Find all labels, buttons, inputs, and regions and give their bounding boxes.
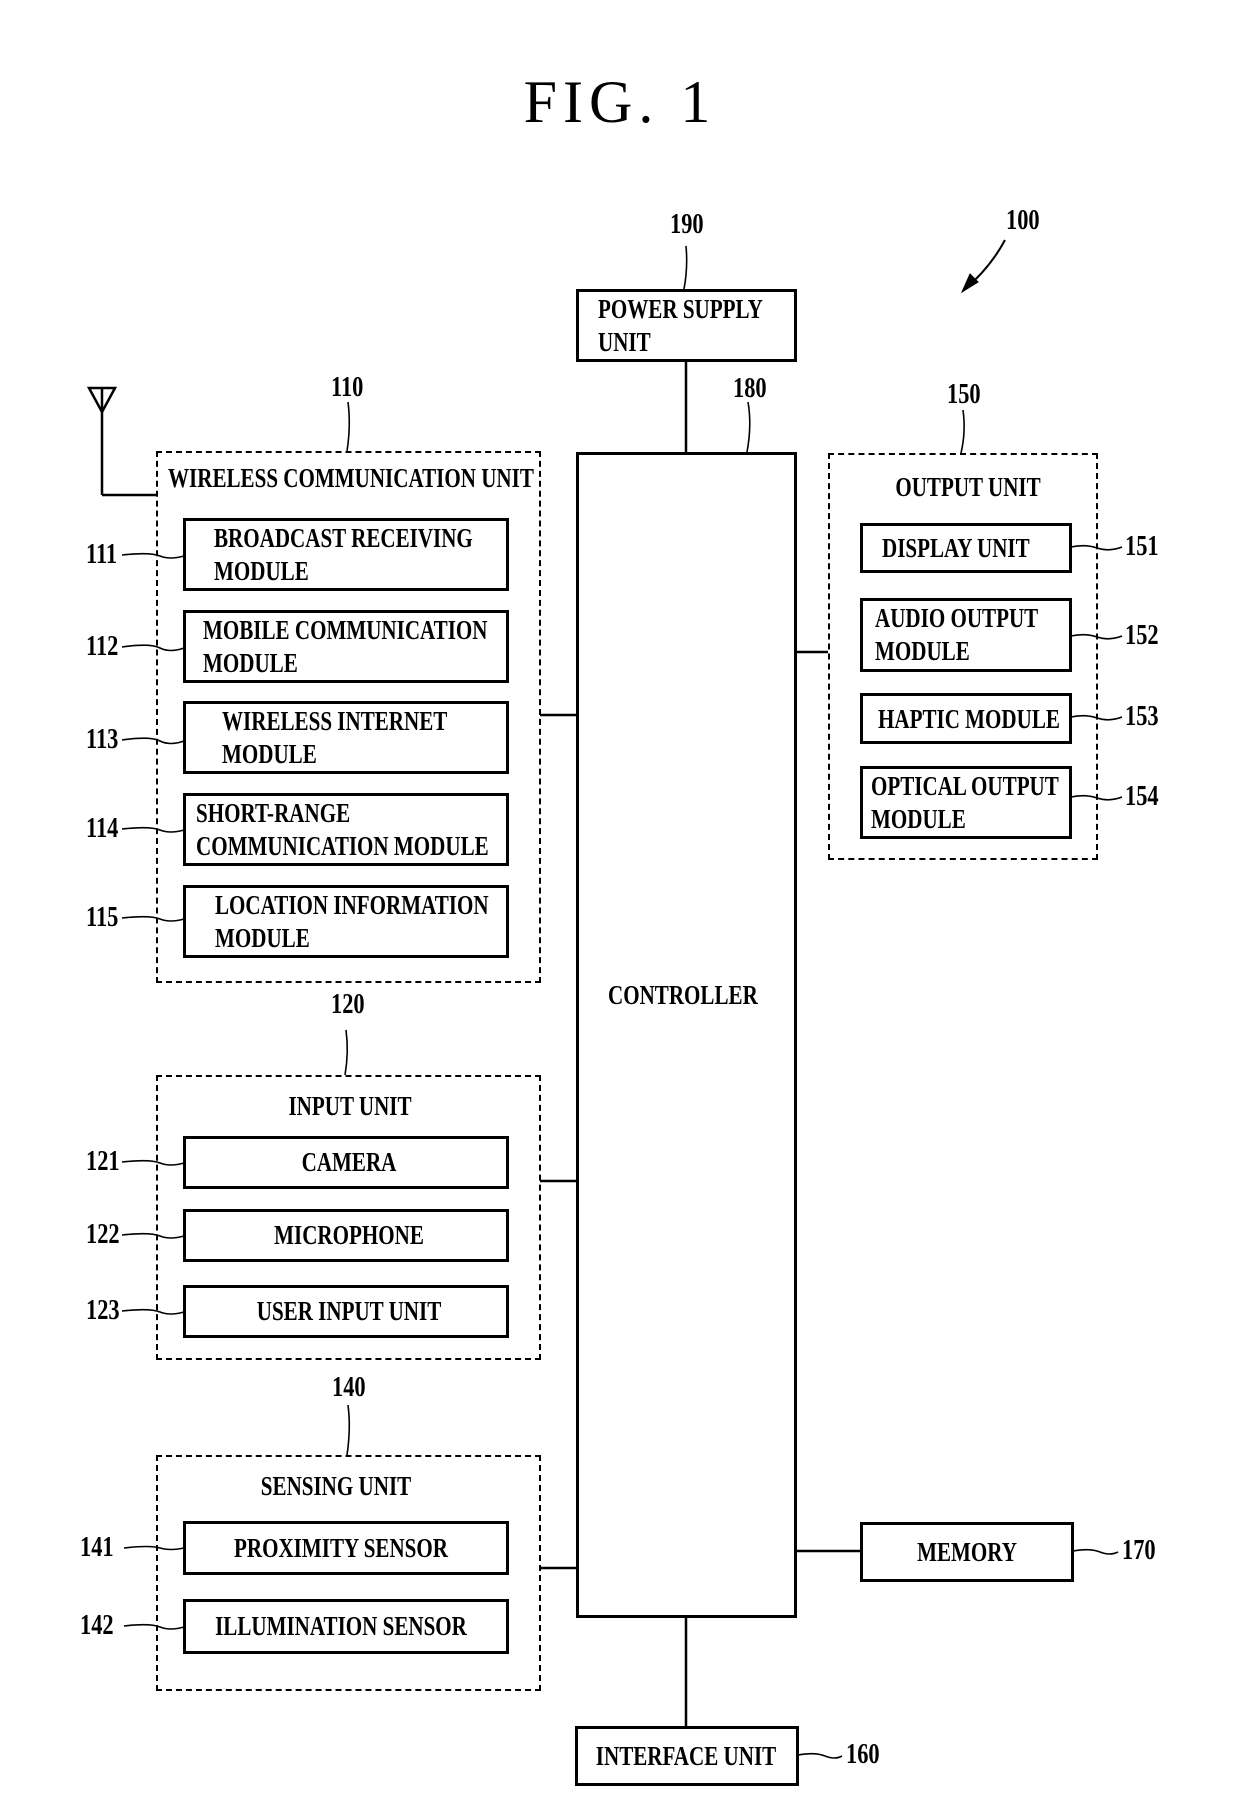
module-label-line2: MODULE: [222, 739, 317, 769]
ref-120: 120: [331, 989, 365, 1020]
microphone-box[interactable]: MICROPHONE: [183, 1209, 509, 1262]
module-label-line2: MODULE: [214, 556, 309, 586]
module-label-line1: BROADCAST RECEIVING: [214, 523, 473, 553]
illumination-sensor-box[interactable]: ILLUMINATION SENSOR: [183, 1599, 509, 1654]
module-label-line1: LOCATION INFORMATION: [215, 890, 489, 920]
mobile-communication-module[interactable]: MOBILE COMMUNICATION MODULE: [183, 610, 509, 683]
ref-122: 122: [86, 1219, 120, 1250]
ref-141: 141: [80, 1532, 114, 1563]
ref-111: 111: [86, 539, 118, 570]
module-label-line1: OPTICAL OUTPUT: [871, 771, 1059, 801]
ref-110: 110: [331, 372, 364, 403]
output-unit-label: OUTPUT UNIT: [895, 472, 1041, 502]
module-label-line2: MODULE: [875, 636, 970, 666]
ref-160: 160: [846, 1739, 880, 1770]
module-label-line2: MODULE: [215, 923, 310, 953]
ref-153: 153: [1125, 701, 1159, 732]
ref-154: 154: [1125, 781, 1159, 812]
interface-unit-box[interactable]: INTERFACE UNIT: [575, 1726, 799, 1786]
user-input-unit-box[interactable]: USER INPUT UNIT: [183, 1285, 509, 1338]
short-range-communication-module[interactable]: SHORT-RANGE COMMUNICATION MODULE: [183, 793, 509, 866]
ref-190: 190: [670, 209, 704, 240]
camera-box[interactable]: CAMERA: [183, 1136, 509, 1189]
ref-114: 114: [86, 813, 119, 844]
module-label-line1: SHORT-RANGE: [196, 798, 351, 828]
ref-140: 140: [332, 1372, 366, 1403]
ref-123: 123: [86, 1295, 120, 1326]
ref-121: 121: [86, 1146, 120, 1177]
haptic-module-label: HAPTIC MODULE: [878, 704, 1060, 734]
ref-112: 112: [86, 631, 119, 662]
power-supply-label-line1: POWER SUPPLY: [598, 294, 763, 324]
ref-115: 115: [86, 902, 119, 933]
input-unit-label: INPUT UNIT: [288, 1091, 412, 1121]
illumination-sensor-label: ILLUMINATION SENSOR: [215, 1611, 467, 1641]
module-label-line1: WIRELESS INTERNET: [222, 706, 448, 736]
memory-box[interactable]: MEMORY: [860, 1522, 1074, 1582]
module-label-line1: MOBILE COMMUNICATION: [203, 615, 488, 645]
location-information-module[interactable]: LOCATION INFORMATION MODULE: [183, 885, 509, 958]
broadcast-receiving-module[interactable]: BROADCAST RECEIVING MODULE: [183, 518, 509, 591]
memory-label: MEMORY: [917, 1537, 1017, 1567]
module-label-line2: MODULE: [871, 804, 966, 834]
ref-170: 170: [1122, 1535, 1156, 1566]
controller-box[interactable]: CONTROLLER: [576, 452, 797, 1618]
module-label-line2: COMMUNICATION MODULE: [196, 831, 489, 861]
ref-100: 100: [1006, 205, 1040, 236]
display-unit-label: DISPLAY UNIT: [882, 533, 1030, 563]
ref-150: 150: [947, 379, 981, 410]
user-input-unit-label: USER INPUT UNIT: [256, 1296, 442, 1326]
microphone-label: MICROPHONE: [274, 1220, 424, 1250]
ref-142: 142: [80, 1610, 114, 1641]
proximity-sensor-box[interactable]: PROXIMITY SENSOR: [183, 1521, 509, 1575]
audio-output-module-box[interactable]: AUDIO OUTPUT MODULE: [860, 598, 1072, 672]
wireless-unit-label: WIRELESS COMMUNICATION UNIT: [168, 463, 534, 493]
module-label-line2: MODULE: [203, 648, 298, 678]
optical-output-module-box[interactable]: OPTICAL OUTPUT MODULE: [860, 766, 1072, 839]
power-supply-label-line2: UNIT: [598, 327, 651, 357]
ref-113: 113: [86, 724, 119, 755]
power-supply-box[interactable]: POWER SUPPLY UNIT: [576, 289, 797, 362]
sensing-unit-label: SENSING UNIT: [260, 1471, 412, 1501]
arrow-head-icon: [960, 273, 979, 294]
ref-151: 151: [1125, 531, 1159, 562]
ref-152: 152: [1125, 620, 1159, 651]
wireless-internet-module[interactable]: WIRELESS INTERNET MODULE: [183, 701, 509, 774]
module-label-line1: AUDIO OUTPUT: [875, 603, 1039, 633]
haptic-module-box[interactable]: HAPTIC MODULE: [860, 693, 1072, 744]
proximity-sensor-label: PROXIMITY SENSOR: [234, 1533, 448, 1563]
interface-unit-label: INTERFACE UNIT: [595, 1741, 777, 1771]
camera-label: CAMERA: [301, 1147, 397, 1177]
controller-label: CONTROLLER: [608, 980, 758, 1010]
ref-180: 180: [733, 373, 767, 404]
display-unit-box[interactable]: DISPLAY UNIT: [860, 523, 1072, 573]
